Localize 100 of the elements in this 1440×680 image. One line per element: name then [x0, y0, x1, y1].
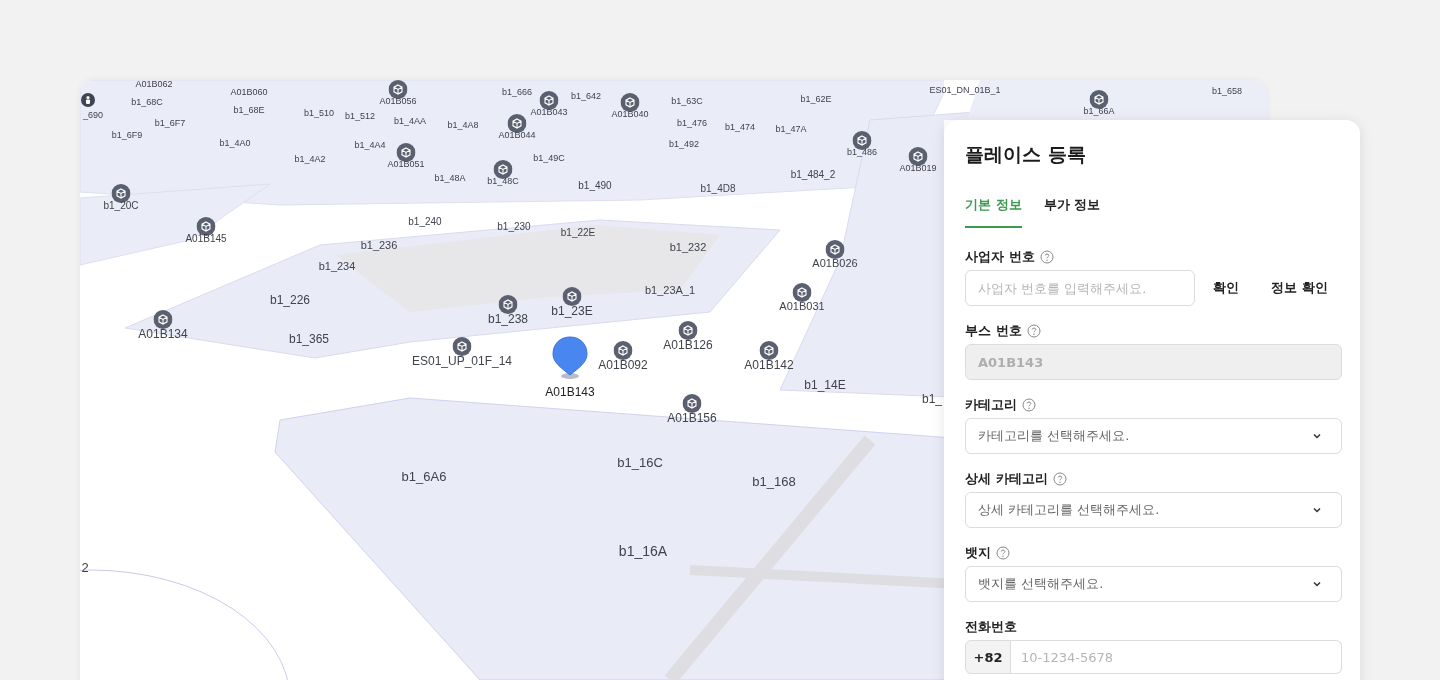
map-label: _690	[83, 110, 103, 120]
map-label: A01B040	[611, 109, 649, 119]
map-label: ES01_DN_01B_1	[929, 85, 1001, 95]
map-label: b1_48A	[434, 173, 466, 183]
map-label: b1_230	[497, 222, 531, 232]
map-label: b1_490	[578, 181, 612, 191]
map-label: A01B031	[779, 300, 825, 312]
map-label: b1_6F7	[154, 118, 186, 128]
map-label: A01B145	[185, 234, 227, 244]
pin-icon[interactable]	[539, 91, 559, 110]
pin-icon[interactable]	[852, 131, 872, 150]
map-label: b1_666	[502, 87, 532, 97]
tab[interactable]: 기본 정보	[965, 192, 1022, 228]
help-icon[interactable]	[1022, 398, 1036, 412]
pin-icon[interactable]	[825, 240, 845, 259]
map-label: b1_23E	[551, 305, 593, 317]
map-label: b1_240	[408, 217, 442, 227]
map-label: b1_512	[345, 111, 375, 121]
help-icon[interactable]	[1052, 472, 1067, 486]
map-label: A01B134	[138, 328, 188, 340]
map-label: b1_226	[270, 294, 310, 306]
select-field[interactable]: 뱃지를 선택해주세요.	[965, 566, 1342, 602]
pin-icon[interactable]	[759, 341, 779, 360]
pin-icon[interactable]	[562, 287, 582, 306]
map-label: b1_4A2	[294, 154, 326, 164]
pin-icon[interactable]	[111, 184, 131, 203]
map-label: A01B060	[230, 87, 268, 97]
map-label: A01B143	[545, 385, 595, 399]
map-label: b1_6F9	[111, 130, 143, 140]
input-field[interactable]: 사업자 번호를 입력해주세요.	[965, 270, 1196, 306]
pin-icon[interactable]	[507, 114, 527, 133]
map-label: b1_4A8	[447, 120, 479, 130]
select-field[interactable]: 카테고리를 선택해주세요.	[965, 418, 1342, 454]
map-label: b1_484_2	[790, 170, 836, 180]
pin-icon[interactable]	[682, 394, 702, 413]
person-icon	[81, 93, 95, 107]
pin-icon[interactable]	[908, 147, 928, 166]
map-label: b1_62E	[800, 94, 832, 104]
help-icon[interactable]	[1039, 250, 1054, 264]
map-label: b1_642	[571, 91, 601, 101]
map-label: b1_16C	[617, 455, 663, 469]
field-label: 상세 카테고리	[965, 470, 1048, 488]
map-label: 2	[81, 560, 89, 574]
map-label: b1_234	[318, 260, 356, 272]
map-label: b1_510	[304, 108, 334, 118]
pin-icon[interactable]	[196, 217, 216, 236]
help-icon[interactable]	[996, 546, 1010, 560]
map-label: b1_63C	[671, 96, 703, 106]
select-field[interactable]: 상세 카테고리를 선택해주세요.	[965, 492, 1342, 528]
pin-icon[interactable]	[153, 310, 173, 329]
map-label: b1_236	[360, 239, 398, 251]
pin-icon[interactable]	[396, 143, 416, 162]
pin-icon[interactable]	[493, 160, 513, 179]
tab[interactable]: 부가 정보	[1043, 192, 1101, 228]
map-label: A01B026	[812, 257, 858, 269]
map-label: b1_22E	[560, 228, 596, 238]
pin-icon[interactable]	[388, 80, 408, 99]
field-label: 사업자 번호	[965, 248, 1035, 266]
pin-icon[interactable]	[792, 283, 812, 302]
country-code[interactable]: +82	[965, 640, 1011, 674]
map-label: b1_4AA	[394, 116, 426, 126]
pin-icon[interactable]	[620, 93, 640, 112]
field-label: 부스 번호	[965, 322, 1022, 340]
map-label: b1_20C	[103, 201, 139, 211]
pin-icon[interactable]	[1089, 90, 1109, 109]
map-label: A01B142	[744, 359, 794, 371]
map-label: b1_168	[752, 474, 796, 488]
pin-icon[interactable]	[452, 337, 472, 356]
map-label: b1_365	[289, 333, 329, 345]
map-label: A01B126	[663, 339, 713, 351]
text-button[interactable]: 확인	[1199, 273, 1254, 303]
map-label: b1_23A_1	[644, 284, 696, 296]
field-label: 카테고리	[965, 396, 1017, 414]
map-label: A01B056	[379, 96, 417, 106]
map-label: b1_238	[488, 313, 528, 325]
map-label: b1_474	[725, 122, 755, 132]
map-label: b1_66A	[1083, 106, 1115, 116]
field-label: 뱃지	[965, 544, 991, 562]
help-icon[interactable]	[1026, 324, 1041, 338]
phone-input-field[interactable]: 10-1234-5678	[1011, 640, 1342, 674]
panel-title: 플레이스 등록	[965, 142, 1087, 167]
map-label: A01B043	[530, 107, 568, 117]
map-label: b1_49C	[533, 153, 565, 163]
pin-icon[interactable]	[498, 295, 518, 314]
map-label: A01B156	[667, 412, 717, 424]
map-label: b1_486	[847, 147, 877, 157]
map-label: b1_68E	[233, 105, 265, 115]
map-label: A01B062	[135, 80, 173, 89]
location-marker-icon	[552, 336, 588, 380]
pin-icon[interactable]	[678, 321, 698, 340]
map-label: b1_6A6	[401, 469, 447, 483]
map-label: b1_68C	[131, 97, 163, 107]
pin-icon[interactable]	[613, 341, 633, 360]
map-label: A01B019	[899, 163, 937, 173]
map-label: b1_	[922, 393, 942, 405]
map-label: b1_492	[669, 139, 699, 149]
map-label: b1_47A	[775, 124, 807, 134]
map-label: A01B051	[387, 159, 425, 169]
map-label: b1_4D8	[700, 184, 736, 194]
text-button[interactable]: 정보 확인	[1257, 273, 1342, 303]
